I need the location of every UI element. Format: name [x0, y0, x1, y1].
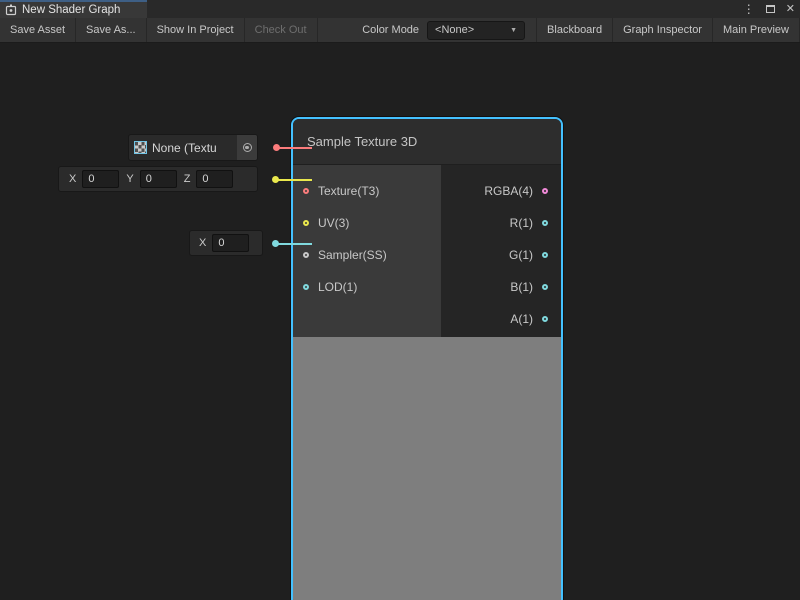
- edge-uv[interactable]: [276, 179, 312, 181]
- output-row-a: A(1): [441, 303, 561, 335]
- main-preview-button[interactable]: Main Preview: [713, 18, 800, 42]
- color-mode-value: <None>: [435, 24, 474, 36]
- menu-icon[interactable]: ⋮: [743, 3, 755, 15]
- y-axis-label: Y: [126, 173, 133, 185]
- uv-x-input[interactable]: 0: [82, 170, 119, 188]
- edge-texture[interactable]: [277, 147, 312, 149]
- port-a-output[interactable]: [542, 316, 548, 322]
- output-row-g: G(1): [441, 239, 561, 271]
- lod-float-field: X 0: [189, 230, 263, 256]
- output-row-r: R(1): [441, 207, 561, 239]
- graph-canvas[interactable]: Sample Texture 3D Texture(T3) UV(3) Samp…: [0, 43, 800, 600]
- input-row-uv: UV(3): [293, 207, 441, 239]
- color-mode-dropdown[interactable]: <None> ▼: [427, 21, 525, 40]
- close-icon[interactable]: ✕: [786, 4, 795, 15]
- port-lod-input[interactable]: [303, 284, 309, 290]
- node-header[interactable]: Sample Texture 3D: [293, 119, 561, 165]
- output-row-rgba: RGBA(4): [441, 175, 561, 207]
- port-label: B(1): [510, 280, 533, 294]
- tab-title: New Shader Graph: [22, 4, 120, 16]
- maximize-icon[interactable]: [766, 5, 775, 13]
- port-label: UV(3): [318, 216, 349, 230]
- node-sample-texture-3d[interactable]: Sample Texture 3D Texture(T3) UV(3) Samp…: [291, 117, 563, 600]
- uv-vector3-field: X 0 Y 0 Z 0: [58, 166, 258, 192]
- lod-input[interactable]: 0: [212, 234, 249, 252]
- input-row-lod: LOD(1): [293, 271, 441, 303]
- port-label: Sampler(SS): [318, 248, 387, 262]
- object-picker-icon: [243, 143, 252, 152]
- object-picker-button[interactable]: [237, 135, 257, 160]
- port-label: RGBA(4): [484, 184, 533, 198]
- z-axis-label: Z: [184, 173, 191, 185]
- port-label: R(1): [510, 216, 533, 230]
- texture-thumbnail-icon: [134, 141, 147, 154]
- node-title: Sample Texture 3D: [307, 134, 417, 149]
- port-label: G(1): [509, 248, 533, 262]
- color-mode-label: Color Mode: [362, 24, 419, 36]
- window-controls: ⋮ ✕: [743, 0, 795, 18]
- node-input-column: Texture(T3) UV(3) Sampler(SS) LOD(1): [293, 165, 441, 337]
- port-g-output[interactable]: [542, 252, 548, 258]
- shader-graph-icon: [5, 4, 17, 16]
- port-r-output[interactable]: [542, 220, 548, 226]
- node-output-column: RGBA(4) R(1) G(1) B(1): [441, 165, 561, 337]
- port-b-output[interactable]: [542, 284, 548, 290]
- port-label: Texture(T3): [318, 184, 379, 198]
- check-out-button[interactable]: Check Out: [245, 18, 318, 42]
- graph-inspector-button[interactable]: Graph Inspector: [613, 18, 713, 42]
- port-label: A(1): [510, 312, 533, 326]
- port-rgba-output[interactable]: [542, 188, 548, 194]
- port-texture-input[interactable]: [303, 188, 309, 194]
- uv-y-input[interactable]: 0: [140, 170, 177, 188]
- x-axis-label: X: [69, 173, 76, 185]
- save-asset-button[interactable]: Save Asset: [0, 18, 76, 42]
- tab-new-shader-graph[interactable]: New Shader Graph: [0, 0, 147, 18]
- toolbar: Save Asset Save As... Show In Project Ch…: [0, 18, 800, 43]
- x-axis-label: X: [199, 237, 206, 249]
- output-row-b: B(1): [441, 271, 561, 303]
- edge-uv-endpoint: [272, 176, 279, 183]
- node-body: Texture(T3) UV(3) Sampler(SS) LOD(1): [293, 165, 561, 337]
- uv-z-input[interactable]: 0: [196, 170, 233, 188]
- texture-object-field[interactable]: None (Textu: [128, 134, 258, 161]
- input-row-sampler: Sampler(SS): [293, 239, 441, 271]
- save-as-button[interactable]: Save As...: [76, 18, 147, 42]
- input-row-texture: Texture(T3): [293, 175, 441, 207]
- shader-graph-window: New Shader Graph ⋮ ✕ Save Asset Save As.…: [0, 0, 800, 600]
- edge-texture-endpoint: [273, 144, 280, 151]
- tab-bar: New Shader Graph ⋮ ✕: [0, 0, 800, 18]
- blackboard-button[interactable]: Blackboard: [536, 18, 613, 42]
- port-sampler-input[interactable]: [303, 252, 309, 258]
- port-label: LOD(1): [318, 280, 357, 294]
- chevron-down-icon: ▼: [510, 27, 517, 34]
- texture-field-value: None (Textu: [152, 141, 237, 155]
- edge-lod-endpoint: [272, 240, 279, 247]
- show-in-project-button[interactable]: Show In Project: [147, 18, 245, 42]
- toolbar-spacer: [318, 18, 363, 42]
- edge-lod[interactable]: [276, 243, 312, 245]
- port-uv-input[interactable]: [303, 220, 309, 226]
- node-preview: [293, 337, 561, 600]
